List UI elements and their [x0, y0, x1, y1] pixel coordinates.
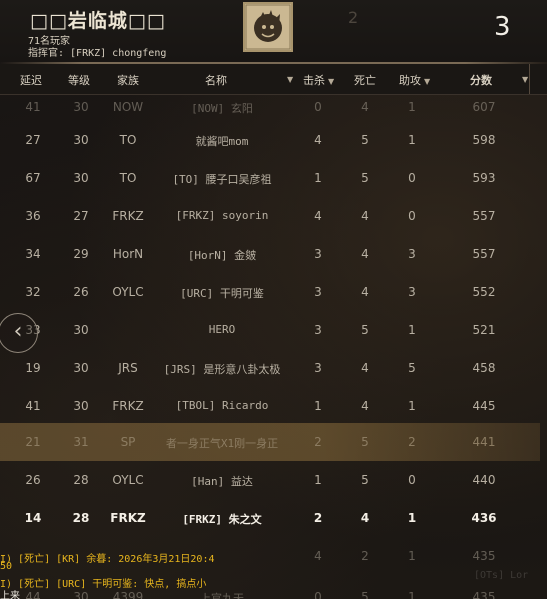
col-ping[interactable]: 延迟 [20, 72, 42, 88]
col-name-sort-icon[interactable]: ▼ [284, 72, 293, 85]
sort-caret-icon: ▼ [424, 77, 431, 86]
chat-message: 上来 [0, 591, 20, 599]
faded-player-tag: [OTs] Lor [474, 570, 529, 581]
chat-message: 50 [0, 561, 13, 572]
table-row[interactable]: 34 29 HorN [HorN] 金皴 3 4 3 557 [0, 235, 540, 273]
col-assists[interactable]: 助攻 ▼ [399, 72, 430, 88]
beast-head-emblem-icon [243, 2, 293, 52]
table-row[interactable]: 33 30 HERO 3 5 1 521 [0, 311, 540, 349]
col-name[interactable]: 名称 [205, 72, 227, 88]
col-family[interactable]: 家族 [117, 72, 139, 88]
table-row[interactable]: 36 27 FRKZ [FRKZ] soyorin 4 4 0 557 [0, 197, 540, 235]
commander-label: 指挥官: [FRKZ] chongfeng [28, 48, 167, 59]
table-row[interactable]: 19 30 JRS [JRS] 是形意八卦太极 3 4 5 458 [0, 349, 540, 387]
player-table: 41 30 NOW [NOW] 玄阳 0 4 1 607 27 30 TO 就酱吧mom 4 5 1 598… [0, 94, 547, 599]
team-name: □□岩临城□□ [30, 10, 166, 32]
ghost-score: 2 [348, 8, 359, 27]
col-score-sort-icon[interactable]: ▼ [519, 72, 528, 85]
table-row[interactable]: 32 26 OYLC [URC] 干明可鉴 3 4 3 552 [0, 273, 540, 311]
table-row-highlighted[interactable]: 21 31 SP 者一身正气X1刚一身正 2 5 2 441 [0, 423, 540, 461]
col-score[interactable]: 分数 [470, 72, 492, 88]
table-row-self[interactable]: 14 28 FRKZ [FRKZ] 朱之文 2 4 1 436 [0, 499, 540, 537]
table-row[interactable]: 41 30 FRKZ [TBOL] Ricardo 1 4 1 445 [0, 387, 540, 425]
table-row[interactable]: 67 30 TO [TO] 腰子口吴彦祖 1 5 0 593 [0, 159, 540, 197]
chat-message: I) [死亡] [KR] 余暮: 2026年3月21日20:4 [0, 554, 215, 565]
table-row[interactable]: 27 30 TO 就酱吧mom 4 5 1 598 [0, 121, 540, 159]
col-kills[interactable]: 击杀 ▼ [303, 72, 334, 88]
col-level[interactable]: 等级 [68, 72, 90, 88]
table-row[interactable]: 26 28 OYLC [Han] 益达 1 5 0 440 [0, 461, 540, 499]
sort-caret-icon: ▼ [328, 77, 335, 86]
scoreboard-screen: { "header": { "team_name": "□□岩临城□□", "p… [0, 0, 547, 599]
col-deaths[interactable]: 死亡 [354, 72, 376, 88]
team-header: □□岩临城□□ 71名玩家 指挥官: [FRKZ] chongfeng 2 3 [0, 0, 547, 62]
chat-message: I) [死亡] [URC] 干明可鉴: 快点, 搞点小 [0, 579, 207, 590]
team-score: 3 [494, 12, 511, 42]
